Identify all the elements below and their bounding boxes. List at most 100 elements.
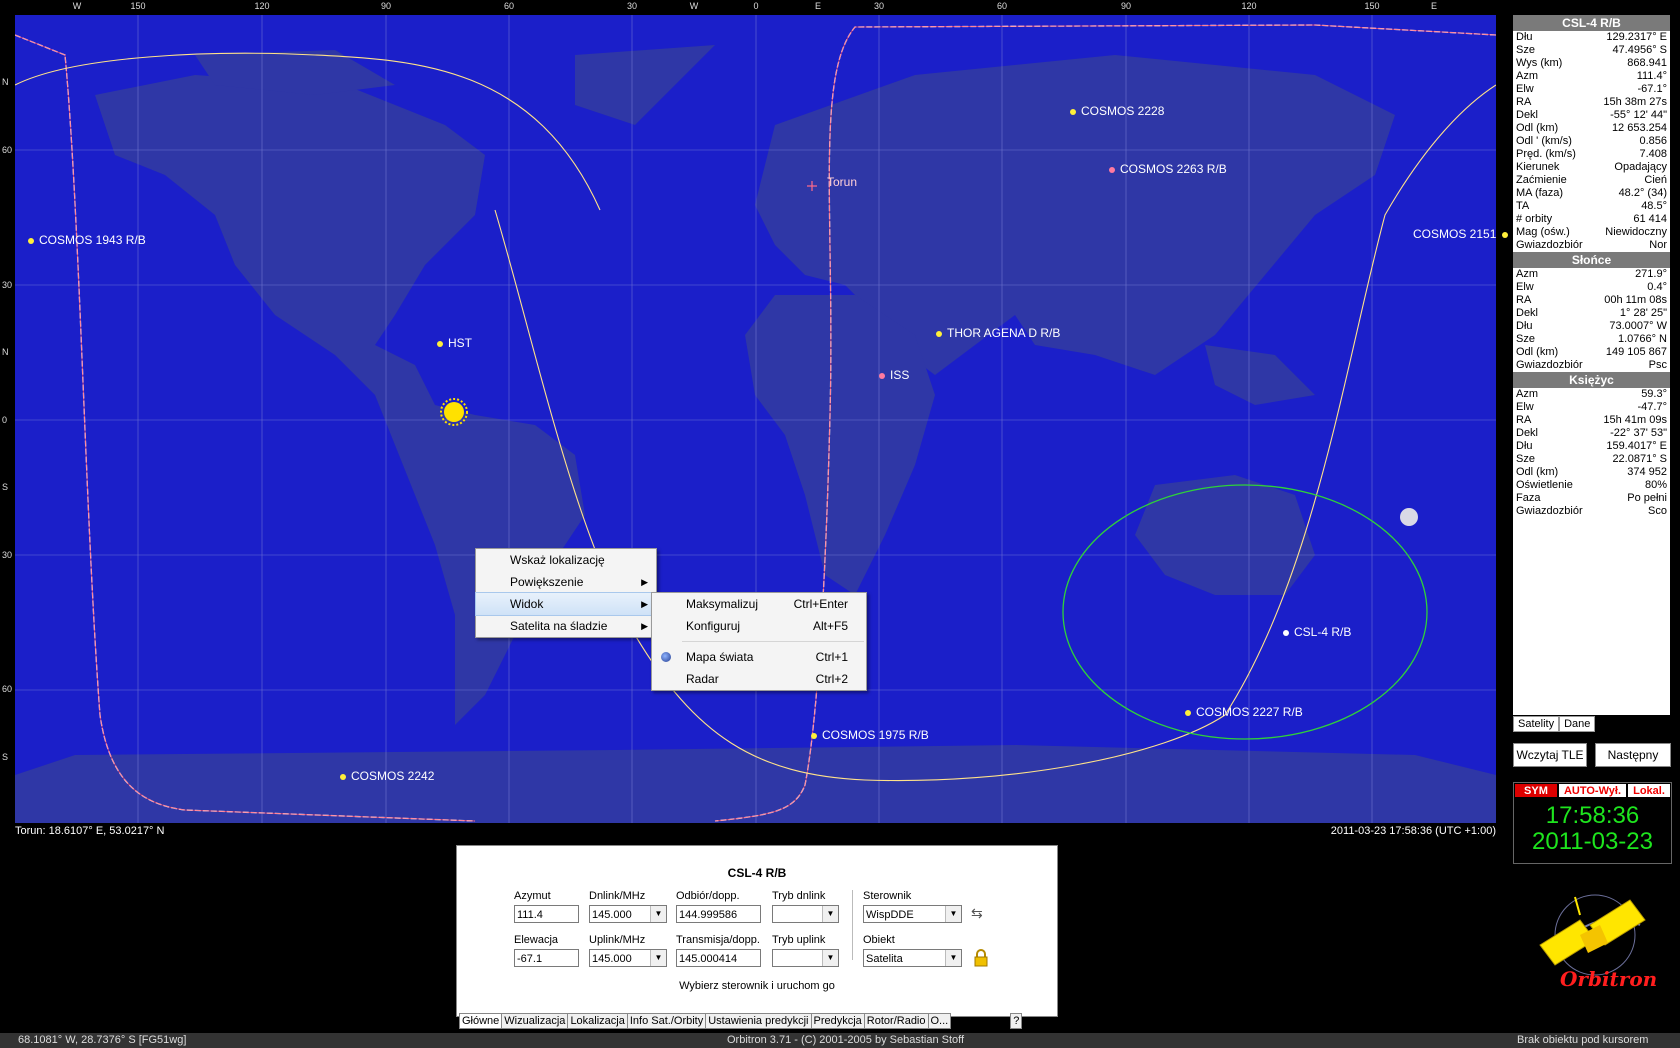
menu-item-radar[interactable]: Radar Ctrl+2 <box>652 668 866 690</box>
odbior-field[interactable]: 144.999586 <box>676 905 761 923</box>
tab-ustawienia-predykcji[interactable]: Ustawienia predykcji <box>705 1013 812 1029</box>
satellite-cosmos-2227-rb[interactable]: COSMOS 2227 R/B <box>1185 705 1303 719</box>
satellite-dot-icon <box>437 340 443 347</box>
satellite-dot-icon <box>879 372 885 379</box>
info-row-label: Faza <box>1516 492 1541 504</box>
azimuth-field[interactable]: 111.4 <box>514 905 579 923</box>
status-bar: 68.1081° W, 28.7376° S [FG51wg] Orbitron… <box>0 1033 1680 1048</box>
info-row-value: 868.941 <box>1627 57 1667 69</box>
tab-rotor-radio[interactable]: Rotor/Radio <box>863 1013 929 1029</box>
tab-predykcja[interactable]: Predykcja <box>810 1013 865 1029</box>
tryb-uplink-select[interactable]: ▼ <box>772 949 839 967</box>
world-map[interactable]: Torun COSMOS 1943 R/B COSMOS 2228 COSMOS… <box>15 15 1509 823</box>
local-toggle[interactable]: Lokal. <box>1627 783 1671 798</box>
lock-icon[interactable] <box>974 949 988 967</box>
satellite-csl-4-rb[interactable]: CSL-4 R/B <box>1283 625 1351 639</box>
info-row-label: Odl (km) <box>1516 466 1559 478</box>
satellite-cosmos-2263-rb[interactable]: COSMOS 2263 R/B <box>1109 162 1227 176</box>
menu-item-maksymalizuj[interactable]: Maksymalizuj Ctrl+Enter <box>652 593 866 615</box>
info-row-value: Cień <box>1644 174 1667 186</box>
sterownik-select[interactable]: WispDDE ▼ <box>863 905 962 923</box>
satellite-thor-agena-d-rb[interactable]: THOR AGENA D R/B <box>936 326 1060 340</box>
load-tle-button[interactable]: Wczytaj TLE <box>1513 743 1587 767</box>
info-row: Zaćmienie Cień <box>1513 174 1670 187</box>
satellite-cosmos-2242[interactable]: COSMOS 2242 <box>340 769 434 783</box>
info-row: Gwiazdozbiór Sco <box>1513 505 1670 518</box>
lon-tick: 120 <box>1241 1 1257 11</box>
tab-glowne[interactable]: Główne <box>459 1013 503 1029</box>
azimuth-label: Azymut <box>514 890 551 902</box>
menu-item-powiekszenie[interactable]: Powiększenie ▶ <box>476 571 656 593</box>
tab-o-programie[interactable]: O... <box>927 1013 952 1029</box>
info-row-label: Azm <box>1516 268 1538 280</box>
info-row: RA 00h 11m 08s <box>1513 294 1670 307</box>
info-row-label: RA <box>1516 96 1532 108</box>
info-row-label: TA <box>1516 200 1530 212</box>
satellite-iss[interactable]: ISS <box>879 368 909 382</box>
obiekt-label: Obiekt <box>863 934 895 946</box>
info-row: MA (faza) 48.2° (34) <box>1513 187 1670 200</box>
lon-tick: 150 <box>1364 1 1380 11</box>
obiekt-select[interactable]: Satelita ▼ <box>863 949 962 967</box>
tab-lokalizacja[interactable]: Lokalizacja <box>567 1013 628 1029</box>
info-row: Odl ' (km/s) 0.856 <box>1513 135 1670 148</box>
transmisja-field[interactable]: 145.000414 <box>676 949 761 967</box>
satellite-cosmos-1975-rb[interactable]: COSMOS 1975 R/B <box>811 728 929 742</box>
satellite-cosmos-2228[interactable]: COSMOS 2228 <box>1070 104 1164 118</box>
clock-date: 2011-03-23 <box>1532 828 1653 855</box>
lon-tick: 90 <box>1120 1 1132 11</box>
lon-tick: 30 <box>626 1 638 11</box>
info-row: Dekl 1° 28' 25" <box>1513 307 1670 320</box>
sym-toggle[interactable]: SYM <box>1514 783 1558 798</box>
menu-item-wskaz-lokalizacje[interactable]: Wskaż lokalizację <box>476 549 656 571</box>
control-panel: CSL-4 R/B Azymut 111.4 Dnlink/MHz 145.00… <box>456 845 1058 1017</box>
info-row-value: 1° 28' 25" <box>1619 307 1667 319</box>
info-row: Sze 1.0766° N <box>1513 333 1670 346</box>
info-row-label: Dekl <box>1516 109 1539 121</box>
auto-off-toggle[interactable]: AUTO-Wył. <box>1557 783 1628 798</box>
info-row: # orbity 61 414 <box>1513 213 1670 226</box>
moon-info-rows: Azm 59.3° Elw -47.7° RA 15h 41m 09s Dekl -22° 3… <box>1513 388 1670 518</box>
info-row-value: 7.408 <box>1639 148 1667 160</box>
chevron-down-icon: ▼ <box>945 906 961 922</box>
info-row-value: 149 105 867 <box>1605 346 1667 358</box>
satellite-info-title: CSL-4 R/B <box>1513 15 1670 31</box>
tab-satelity[interactable]: Satelity <box>1513 716 1560 732</box>
info-row-label: Azm <box>1516 388 1538 400</box>
info-row-label: Azm <box>1516 70 1538 82</box>
panel-satellite-name: CSL-4 R/B <box>727 866 787 880</box>
tab-dane[interactable]: Dane <box>1559 716 1596 732</box>
tab-wizualizacja[interactable]: Wizualizacja <box>501 1013 569 1029</box>
info-row-value: 59.3° <box>1641 388 1667 400</box>
elevation-field[interactable]: -67.1 <box>514 949 579 967</box>
logo-text: Orbitron <box>1560 967 1658 991</box>
satellite-dot-icon <box>1185 709 1191 716</box>
info-row: Oświetlenie 80% <box>1513 479 1670 492</box>
info-row: Sze 22.0871° S <box>1513 453 1670 466</box>
menu-item-widok[interactable]: Widok ▶ <box>475 592 657 616</box>
chevron-down-icon: ▼ <box>650 906 666 922</box>
info-row-value: Niewidoczny <box>1605 226 1667 238</box>
info-row-label: Dekl <box>1516 427 1539 439</box>
info-row: Wys (km) 868.941 <box>1513 57 1670 70</box>
menu-item-satelita-na-sladzie[interactable]: Satelita na śladzie ▶ <box>476 615 656 637</box>
help-button[interactable]: ? <box>1010 1013 1023 1029</box>
panel-divider <box>852 890 853 960</box>
info-row-value: Opadający <box>1614 161 1667 173</box>
tab-info-sat[interactable]: Info Sat./Orbity <box>626 1013 707 1029</box>
satellite-cosmos-1943-rb[interactable]: COSMOS 1943 R/B <box>28 233 146 247</box>
lat-tick: 30 <box>2 280 13 290</box>
satellite-hst[interactable]: HST <box>437 336 472 350</box>
menu-item-mapa-swiata[interactable]: Mapa świata Ctrl+1 <box>652 646 866 668</box>
tryb-dnlink-select[interactable]: ▼ <box>772 905 839 923</box>
next-button[interactable]: Następny <box>1595 743 1671 767</box>
elevation-label: Elewacja <box>514 934 559 946</box>
menu-separator <box>682 641 864 642</box>
dnlink-select[interactable]: 145.000 ▼ <box>589 905 667 923</box>
info-row-value: 374 952 <box>1627 466 1667 478</box>
connect-icon[interactable]: ⇆ <box>971 905 989 923</box>
satellite-cosmos-2151[interactable]: COSMOS 2151 <box>1413 227 1513 241</box>
uplink-select[interactable]: 145.000 ▼ <box>589 949 667 967</box>
info-row-value: 48.5° <box>1641 200 1667 212</box>
menu-item-konfiguruj[interactable]: Konfiguruj Alt+F5 <box>652 615 866 637</box>
